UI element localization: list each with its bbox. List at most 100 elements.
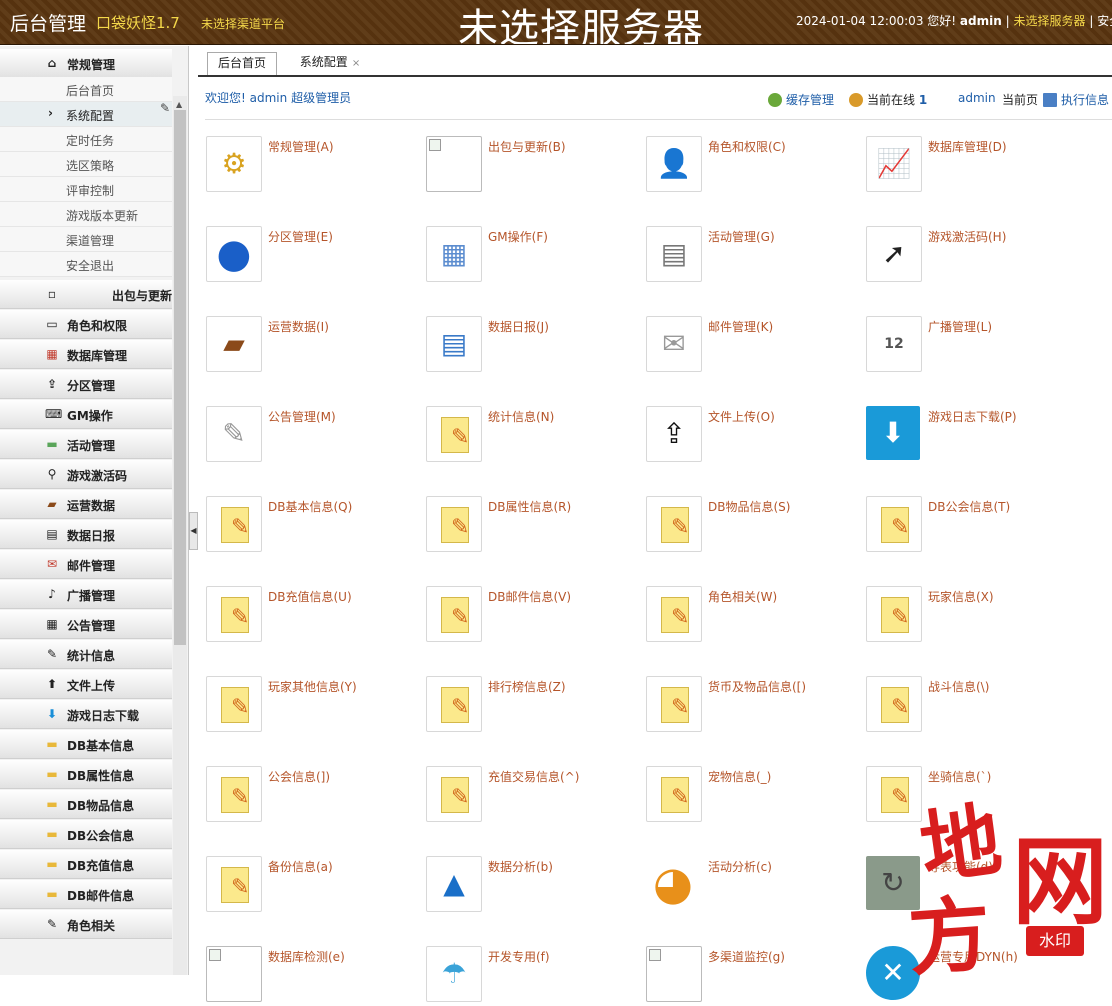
sidebar-section-22[interactable]: ✎ 角色相关 [0,910,172,939]
toolbar-user[interactable]: admin [958,91,996,105]
grid-shortcut-label[interactable]: 公告管理(M) [268,408,336,425]
grid-shortcut-label[interactable]: 角色和权限(C) [708,138,786,155]
sidebar-section-2[interactable]: ▭ 角色和权限 [0,310,172,339]
grid-shortcut[interactable]: ⇪ 文件上传(O) [646,406,866,466]
grid-shortcut-label[interactable]: 广播管理(L) [928,318,992,335]
note-icon[interactable] [206,496,262,552]
grid-shortcut-label[interactable]: DB物品信息(S) [708,498,790,515]
sidebar-section-19[interactable]: ▬ DB公会信息 [0,820,172,849]
note-icon[interactable] [646,586,702,642]
note-icon[interactable] [206,766,262,822]
grid-shortcut-label[interactable]: 运营数据(I) [268,318,329,335]
growth-icon[interactable]: ▲ [426,856,482,912]
grid-shortcut[interactable]: ✉ 邮件管理(K) [646,316,866,376]
pin-icon[interactable]: ✎ [160,101,170,115]
grid-shortcut[interactable]: DB基本信息(Q) [206,496,426,556]
note-icon[interactable] [206,586,262,642]
grid-shortcut[interactable]: ✎ 公告管理(M) [206,406,426,466]
sidebar-section-20[interactable]: ▬ DB充值信息 [0,850,172,879]
resize-icon[interactable]: ⇕ [186,94,188,107]
sidebar-section-8[interactable]: ▰ 运营数据 [0,490,172,519]
grid-shortcut-label[interactable]: 角色相关(W) [708,588,777,605]
grid-shortcut-label[interactable]: 玩家信息(X) [928,588,994,605]
grid-shortcut-label[interactable]: 分区管理(E) [268,228,333,245]
sidebar-section-16[interactable]: ▬ DB基本信息 [0,730,172,759]
sidebar-subitem[interactable]: › 系统配置 [0,102,172,127]
grid-shortcut-label[interactable]: 活动管理(G) [708,228,775,245]
note-icon[interactable] [866,496,922,552]
note-icon[interactable] [646,676,702,732]
sidebar-section-15[interactable]: ⬇ 游戏日志下载 [0,700,172,729]
grid-shortcut[interactable]: DB公会信息(T) [866,496,1086,556]
server-select-link[interactable]: 未选择服务器 [1013,14,1085,28]
grid-shortcut[interactable]: 战斗信息(\) [866,676,1086,736]
note-icon[interactable] [426,496,482,552]
comment-icon[interactable]: ✎ [206,406,262,462]
envelope-icon[interactable]: ✉ [646,316,702,372]
grid-shortcut[interactable]: 👤 角色和权限(C) [646,136,866,196]
grid-shortcut[interactable]: 12 广播管理(L) [866,316,1086,376]
grid-shortcut[interactable]: 数据库检测(e) [206,946,426,1006]
broken-image-icon[interactable] [206,946,262,1002]
channel-selector[interactable]: 未选择渠道平台 [201,15,285,32]
grid-shortcut-label[interactable]: 货币及物品信息([) [708,678,806,695]
game-name[interactable]: 口袋妖怪1.7 [96,12,180,33]
tab-system-config[interactable]: 系统配置 × [290,52,370,74]
table-icon[interactable]: ▦ [426,226,482,282]
grid-shortcut-label[interactable]: 活动分析(c) [708,858,772,875]
grid-shortcut-label[interactable]: 玩家其他信息(Y) [268,678,357,695]
grid-shortcut[interactable]: 出包与更新(B) [426,136,646,196]
grid-shortcut[interactable]: 公会信息(]) [206,766,426,826]
grid-shortcut[interactable]: 货币及物品信息([) [646,676,866,736]
sidebar-section-1[interactable]: ▫ 出包与更新 [0,280,172,309]
globe-icon[interactable]: ● [206,226,262,282]
grid-shortcut[interactable]: 宠物信息(_) [646,766,866,826]
sidebar-subitem[interactable]: 渠道管理 [0,227,172,252]
sidebar-subitem[interactable]: 定时任务 [0,127,172,152]
calendar-icon[interactable]: 12 [866,316,922,372]
grid-shortcut[interactable]: DB属性信息(R) [426,496,646,556]
note-icon[interactable] [206,676,262,732]
close-icon[interactable]: × [352,58,360,69]
grid-shortcut[interactable]: 角色相关(W) [646,586,866,646]
grid-shortcut-label[interactable]: DB公会信息(T) [928,498,1010,515]
note-icon[interactable] [426,676,482,732]
grid-shortcut[interactable]: ▦ GM操作(F) [426,226,646,286]
sidebar-section-3[interactable]: ▦ 数据库管理 [0,340,172,369]
grid-shortcut[interactable]: 📈 数据库管理(D) [866,136,1086,196]
grid-shortcut[interactable]: DB物品信息(S) [646,496,866,556]
grid-shortcut[interactable]: 排行榜信息(Z) [426,676,646,736]
note-icon[interactable] [426,766,482,822]
sidebar-section-12[interactable]: ▦ 公告管理 [0,610,172,639]
grid-shortcut[interactable]: ● 分区管理(E) [206,226,426,286]
exec-info-link[interactable]: 执行信息 [1043,91,1109,108]
sidebar-section-9[interactable]: ▤ 数据日报 [0,520,172,549]
grid-shortcut[interactable]: ▰ 运营数据(I) [206,316,426,376]
grid-shortcut[interactable]: ◕ 活动分析(c) [646,856,866,916]
grid-shortcut[interactable]: 玩家信息(X) [866,586,1086,646]
grid-shortcut-label[interactable]: 开发专用(f) [488,948,550,965]
grid-shortcut[interactable]: ⬇ 游戏日志下载(P) [866,406,1086,466]
note-icon[interactable] [866,676,922,732]
sidebar-subitem[interactable]: 评审控制 [0,177,172,202]
grid-shortcut-label[interactable]: GM操作(F) [488,228,548,245]
broken-image-icon[interactable] [426,136,482,192]
grid-shortcut-label[interactable]: 游戏日志下载(P) [928,408,1017,425]
sidebar-section-4[interactable]: ⇪ 分区管理 [0,370,172,399]
note-icon[interactable] [866,586,922,642]
note-icon[interactable] [646,496,702,552]
broken-image-icon[interactable] [646,946,702,1002]
grid-shortcut[interactable]: ➚ 游戏激活码(H) [866,226,1086,286]
grid-shortcut-label[interactable]: 常规管理(A) [268,138,334,155]
sidebar-subitem[interactable]: 游戏版本更新 [0,202,172,227]
grid-shortcut-label[interactable]: 数据分析(b) [488,858,553,875]
grid-shortcut-label[interactable]: 数据日报(J) [488,318,549,335]
sidebar-section-5[interactable]: ⌨ GM操作 [0,400,172,429]
sidebar-collapse-handle[interactable]: ◀ [189,512,198,550]
grid-shortcut[interactable]: ▤ 活动管理(G) [646,226,866,286]
grid-shortcut[interactable]: DB邮件信息(V) [426,586,646,646]
grid-shortcut[interactable]: DB充值信息(U) [206,586,426,646]
sidebar-section-18[interactable]: ▬ DB物品信息 [0,790,172,819]
grid-shortcut-label[interactable]: 出包与更新(B) [488,138,566,155]
online-status[interactable]: 当前在线 1 [849,91,927,108]
